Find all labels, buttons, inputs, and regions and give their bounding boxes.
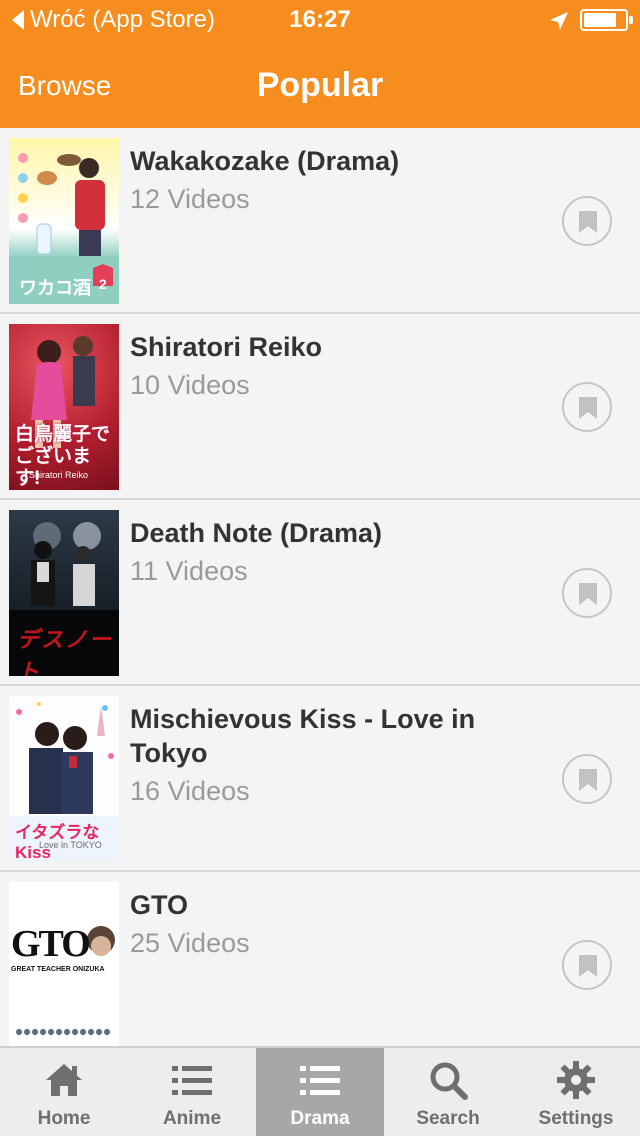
poster-image: GTO GREAT TEACHER ONIZUKA	[9, 882, 119, 1046]
list-item[interactable]: ワカコ酒 2 Wakakozake (Drama) 12 Videos	[0, 128, 640, 314]
search-icon	[430, 1062, 468, 1100]
tab-settings[interactable]: Settings	[512, 1048, 640, 1136]
tab-anime[interactable]: Anime	[128, 1048, 256, 1136]
item-title: Mischievous Kiss - Love in Tokyo	[130, 704, 476, 768]
bookmark-button[interactable]	[562, 382, 612, 432]
location-arrow-icon	[550, 12, 568, 30]
popular-list[interactable]: ワカコ酒 2 Wakakozake (Drama) 12 Videos 白鳥麗子…	[0, 128, 640, 1046]
navigation-bar: Browse Popular	[0, 40, 640, 128]
status-time: 16:27	[289, 6, 351, 33]
item-video-count: 12 Videos	[130, 184, 250, 214]
tab-label: Anime	[162, 1108, 222, 1129]
poster-title-text: デスノート	[17, 627, 114, 676]
list-icon	[300, 1066, 340, 1095]
app-screen: Wróć (App Store) 16:27 Browse Popular ワカ…	[0, 0, 640, 1136]
gear-icon	[557, 1061, 595, 1099]
browse-button[interactable]: Browse	[18, 70, 111, 102]
list-item[interactable]: デスノート Death Note (Drama) 11 Videos	[0, 500, 640, 686]
item-title: Death Note (Drama)	[130, 518, 383, 548]
list-item[interactable]: イタズラなKiss Love in TOKYO Mischievous Kiss…	[0, 686, 640, 872]
bookmark-button[interactable]	[562, 568, 612, 618]
home-icon	[46, 1064, 82, 1096]
poster-subtitle: Love in TOKYO	[39, 840, 102, 850]
header: Wróć (App Store) 16:27 Browse Popular	[0, 0, 640, 128]
bookmark-icon	[579, 211, 597, 233]
poster-title-text: GTO	[11, 923, 91, 965]
poster-title-text: 白鳥麗子でございます!	[15, 424, 111, 489]
tab-drama[interactable]: Drama	[256, 1048, 384, 1136]
list-item[interactable]: 白鳥麗子でございます! Shiratori Reiko Shiratori Re…	[0, 314, 640, 500]
tab-bar: Home Anime Drama Search Settings	[0, 1046, 640, 1136]
bookmark-button[interactable]	[562, 196, 612, 246]
item-title: Wakakozake (Drama)	[130, 146, 400, 176]
bookmark-icon	[579, 397, 597, 419]
poster-image: デスノート	[9, 510, 119, 676]
tab-search[interactable]: Search	[384, 1048, 512, 1136]
bookmark-icon	[579, 583, 597, 605]
item-title: Shiratori Reiko	[130, 332, 323, 362]
item-video-count: 25 Videos	[130, 928, 250, 958]
bookmark-icon	[579, 955, 597, 977]
bookmark-button[interactable]	[562, 940, 612, 990]
tab-label: Drama	[290, 1108, 350, 1129]
poster-subtitle: GREAT TEACHER ONIZUKA	[11, 966, 105, 973]
battery-icon	[580, 9, 633, 31]
tab-label: Home	[37, 1108, 91, 1129]
poster-image: ワカコ酒 2	[9, 138, 119, 304]
item-title: GTO	[130, 890, 189, 920]
tab-home[interactable]: Home	[0, 1048, 128, 1136]
item-video-count: 11 Videos	[130, 556, 248, 586]
tab-label: Search	[416, 1108, 480, 1129]
list-item[interactable]: GTO GREAT TEACHER ONIZUKA GTO 25 Videos	[0, 872, 640, 1046]
list-icon	[172, 1066, 212, 1095]
poster-title-text: ワカコ酒	[19, 278, 91, 298]
tab-label: Settings	[538, 1108, 614, 1129]
poster-image: イタズラなKiss Love in TOKYO	[9, 696, 119, 862]
poster-subtitle: Shiratori Reiko	[29, 470, 89, 480]
poster-badge: 2	[99, 276, 107, 292]
status-bar: Wróć (App Store) 16:27	[0, 0, 640, 40]
bookmark-button[interactable]	[562, 754, 612, 804]
poster-image: 白鳥麗子でございます! Shiratori Reiko	[9, 324, 119, 490]
item-video-count: 10 Videos	[130, 370, 250, 400]
bookmark-icon	[579, 769, 597, 791]
item-video-count: 16 Videos	[130, 776, 250, 806]
